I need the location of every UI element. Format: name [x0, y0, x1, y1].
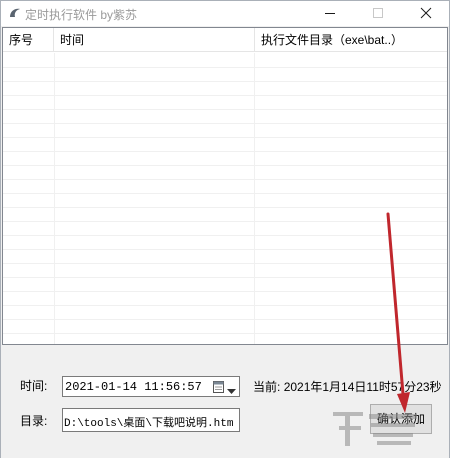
grid-line: [3, 95, 447, 96]
datetime-picker[interactable]: 2021-01-14 11:56:57: [62, 376, 240, 397]
clock-part[interactable]: 11:56:57: [144, 380, 202, 394]
directory-input-value[interactable]: D:\tools\桌面\下载吧说明.htm: [64, 414, 233, 430]
grid-line: [3, 109, 447, 110]
grid-line: [3, 221, 447, 222]
title-bar[interactable]: 定时执行软件 by紫苏: [1, 1, 449, 26]
datetime-value[interactable]: 2021-01-14 11:56:57: [65, 380, 202, 394]
maximize-icon: [373, 8, 383, 18]
grid-line: [3, 207, 447, 208]
grid-line: [3, 67, 447, 68]
grid-line: [3, 249, 447, 250]
column-header-index[interactable]: 序号: [3, 28, 54, 52]
task-list[interactable]: 序号 时间 执行文件目录（exe\bat..）: [2, 27, 448, 345]
confirm-add-button[interactable]: 确认添加: [370, 404, 432, 434]
grid-line: [3, 123, 447, 124]
grid-line: [3, 193, 447, 194]
close-icon: [420, 7, 432, 19]
column-header-exe-path[interactable]: 执行文件目录（exe\bat..）: [255, 28, 447, 52]
time-label: 时间:: [20, 379, 48, 393]
current-time-readout: 当前: 2021年1月14日11时57分23秒: [253, 378, 442, 395]
grid-line: [3, 179, 447, 180]
directory-label: 目录:: [20, 414, 48, 428]
app-swirl-icon: [7, 6, 23, 20]
close-button[interactable]: [409, 1, 443, 26]
maximize-button[interactable]: [361, 1, 395, 26]
grid-line: [254, 53, 255, 344]
directory-input[interactable]: D:\tools\桌面\下载吧说明.htm: [62, 408, 240, 432]
list-body[interactable]: [3, 53, 447, 344]
grid-line: [54, 53, 55, 344]
grid-line: [3, 333, 447, 334]
form-panel: 时间: 2021-01-14 11:56:57 当前: 2021年1月14日11…: [1, 346, 449, 458]
current-time-value: 2021年1月14日11时57分23秒: [283, 380, 442, 394]
grid-line: [3, 291, 447, 292]
chevron-down-icon[interactable]: [227, 384, 236, 398]
current-time-label: 当前:: [253, 380, 281, 394]
grid-line: [3, 263, 447, 264]
grid-line: [3, 137, 447, 138]
grid-line: [3, 151, 447, 152]
date-part[interactable]: 2021-01-14: [65, 380, 137, 394]
window-title: 定时执行软件 by紫苏: [25, 8, 138, 22]
grid-line: [3, 305, 447, 306]
minimize-button[interactable]: [313, 1, 347, 26]
grid-line: [3, 235, 447, 236]
minimize-icon: [325, 13, 335, 14]
grid-line: [3, 319, 447, 320]
column-header-time[interactable]: 时间: [54, 28, 255, 52]
grid-line: [3, 165, 447, 166]
calendar-icon[interactable]: [213, 380, 224, 396]
app-window: 定时执行软件 by紫苏 序号 时间 执行文件目录（exe\bat..） 时间: …: [0, 0, 450, 458]
list-header: 序号 时间 执行文件目录（exe\bat..）: [3, 28, 447, 52]
grid-line: [3, 81, 447, 82]
grid-line: [3, 277, 447, 278]
